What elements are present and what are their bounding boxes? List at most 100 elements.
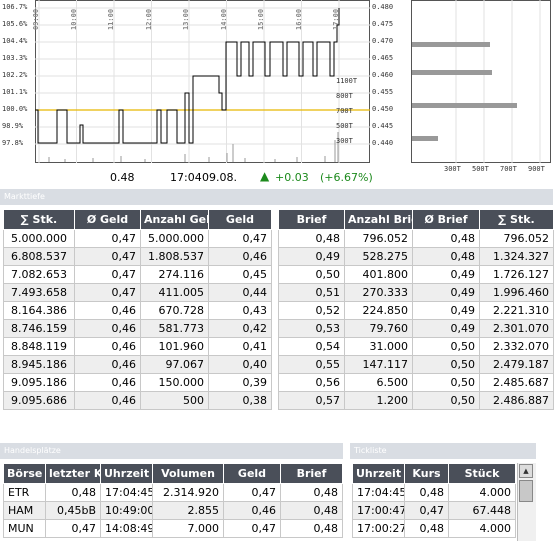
table-row: MUN 0,47 14:08:49 7.000 0,47 0,48 <box>3 519 343 538</box>
column-header[interactable]: Stück <box>448 463 516 484</box>
handelsplaetze-section-header: Handelsplätze <box>0 443 343 459</box>
column-header[interactable]: Volumen <box>152 463 224 484</box>
table-cell: 2.479.187 <box>479 355 554 374</box>
table-cell: 2.855 <box>152 501 224 520</box>
table-cell: 0,45bB <box>45 501 101 520</box>
handelsplaetze-title: Handelsplätze <box>4 446 61 455</box>
table-row: 5.000.000 0,47 5.000.000 0,47 <box>3 229 272 248</box>
table-row: 9.095.686 0,46 500 0,38 <box>3 391 272 410</box>
table-cell: 0,40 <box>208 355 272 374</box>
table-cell: HAM <box>3 501 46 520</box>
table-cell: 7.493.658 <box>3 283 75 302</box>
volume-scale-label: 1100T <box>336 77 358 85</box>
table-cell: 6.500 <box>344 373 413 392</box>
table-cell: 0,46 <box>74 319 141 338</box>
table-cell: 0,55 <box>278 355 345 374</box>
table-cell: 0,46 <box>74 301 141 320</box>
scroll-up-button[interactable]: ▲ <box>519 464 533 478</box>
table-cell: 8.945.186 <box>3 355 75 374</box>
table-cell: 0,47 <box>74 283 141 302</box>
column-header[interactable]: Brief <box>278 209 345 230</box>
table-cell: 7.000 <box>152 519 224 538</box>
column-header[interactable]: Geld <box>208 209 272 230</box>
handelsplaetze-table: Börseletzter KursUhrzeitVolumenGeldBrief… <box>3 463 343 538</box>
table-row: 0,52 224.850 0,49 2.221.310 <box>278 301 554 320</box>
volume-scale-label: 700T <box>336 107 353 115</box>
table-cell: 0,49 <box>412 319 480 338</box>
table-cell: 0,47 <box>223 483 281 502</box>
column-header[interactable]: ∑ Stk. <box>3 209 75 230</box>
quote-line: 0.48 17:04 09.08. ▲ +0.03 (+6.67%) <box>0 168 410 184</box>
tickliste-scrollbar[interactable]: ▲ <box>517 463 536 541</box>
table-cell: 6.808.537 <box>3 247 75 266</box>
table-cell: 401.800 <box>344 265 413 284</box>
table-cell: 0,54 <box>278 337 345 356</box>
table-cell: 1.324.327 <box>479 247 554 266</box>
table-cell: 5.000.000 <box>3 229 75 248</box>
price-axis-label: 0.450 <box>372 105 394 113</box>
column-header[interactable]: Anzahl Geld <box>140 209 209 230</box>
column-header[interactable]: ∑ Stk. <box>479 209 554 230</box>
table-cell: 0,53 <box>278 319 345 338</box>
table-cell: 8.746.159 <box>3 319 75 338</box>
table-cell: 0,50 <box>412 391 480 410</box>
table-cell: 0,49 <box>278 247 345 266</box>
table-cell: 2.485.687 <box>479 373 554 392</box>
scroll-thumb[interactable] <box>519 480 533 502</box>
column-header[interactable]: Uhrzeit <box>352 463 405 484</box>
table-cell: 9.095.186 <box>3 373 75 392</box>
table-cell: 0,57 <box>278 391 345 410</box>
table-row: 8.945.186 0,46 97.067 0,40 <box>3 355 272 374</box>
tickliste-title: Tickliste <box>354 446 387 455</box>
column-header[interactable]: letzter Kurs <box>45 463 101 484</box>
column-header[interactable]: Geld <box>223 463 281 484</box>
table-cell: 2.221.310 <box>479 301 554 320</box>
column-header[interactable]: Ø Brief <box>412 209 480 230</box>
last-price: 0.48 <box>110 171 135 184</box>
table-cell: 0,43 <box>208 301 272 320</box>
table-cell: 2.314.920 <box>152 483 224 502</box>
table-row: 0,49 528.275 0,48 1.324.327 <box>278 247 554 266</box>
table-cell: 0,51 <box>278 283 345 302</box>
y-axis-label: 106.7% <box>2 3 28 11</box>
table-row: 0,53 79.760 0,49 2.301.070 <box>278 319 554 338</box>
table-cell: 10:49:00 <box>100 501 153 520</box>
table-cell: 0,50 <box>278 265 345 284</box>
table-cell: 1.996.460 <box>479 283 554 302</box>
table-cell: 270.333 <box>344 283 413 302</box>
table-cell: 0,47 <box>74 247 141 266</box>
table-row: 8.848.119 0,46 101.960 0,41 <box>3 337 272 356</box>
price-axis-label: 0.445 <box>372 122 394 130</box>
table-cell: 274.116 <box>140 265 209 284</box>
table-header-row: Börseletzter KursUhrzeitVolumenGeldBrief <box>3 463 343 484</box>
column-header[interactable]: Kurs <box>404 463 449 484</box>
table-cell: 0,46 <box>74 373 141 392</box>
table-cell: 14:08:49 <box>100 519 153 538</box>
markttiefe-section-header: Markttiefe <box>0 189 553 205</box>
table-cell: 0,56 <box>278 373 345 392</box>
column-header[interactable]: Anzahl Brief <box>344 209 413 230</box>
x-axis-label: 13:00 <box>182 8 190 30</box>
table-row: 0,56 6.500 0,50 2.485.687 <box>278 373 554 392</box>
table-cell: 0,46 <box>74 391 141 410</box>
table-row: HAM 0,45bB 10:49:00 2.855 0,46 0,48 <box>3 501 343 520</box>
table-cell: 796.052 <box>344 229 413 248</box>
table-cell: 2.301.070 <box>479 319 554 338</box>
column-header[interactable]: Uhrzeit <box>100 463 153 484</box>
volume-scale-label: 300T <box>336 137 353 145</box>
x-axis-label: 17:00 <box>332 8 340 30</box>
x-axis-label: 12:00 <box>144 8 153 30</box>
table-cell: 500 <box>140 391 209 410</box>
column-header[interactable]: Börse <box>3 463 46 484</box>
table-row: 7.082.653 0,47 274.116 0,45 <box>3 265 272 284</box>
table-row: 0,51 270.333 0,49 1.996.460 <box>278 283 554 302</box>
change-percent: (+6.67%) <box>320 171 373 184</box>
y-axis-label: 100.0% <box>2 105 28 113</box>
y-axis-label: 98.9% <box>2 122 24 130</box>
table-cell: 0,48 <box>280 519 343 538</box>
table-cell: 17:00:47 <box>352 501 405 520</box>
table-cell: 0,49 <box>412 283 480 302</box>
table-row: 7.493.658 0,47 411.005 0,44 <box>3 283 272 302</box>
column-header[interactable]: Brief <box>280 463 343 484</box>
column-header[interactable]: Ø Geld <box>74 209 141 230</box>
